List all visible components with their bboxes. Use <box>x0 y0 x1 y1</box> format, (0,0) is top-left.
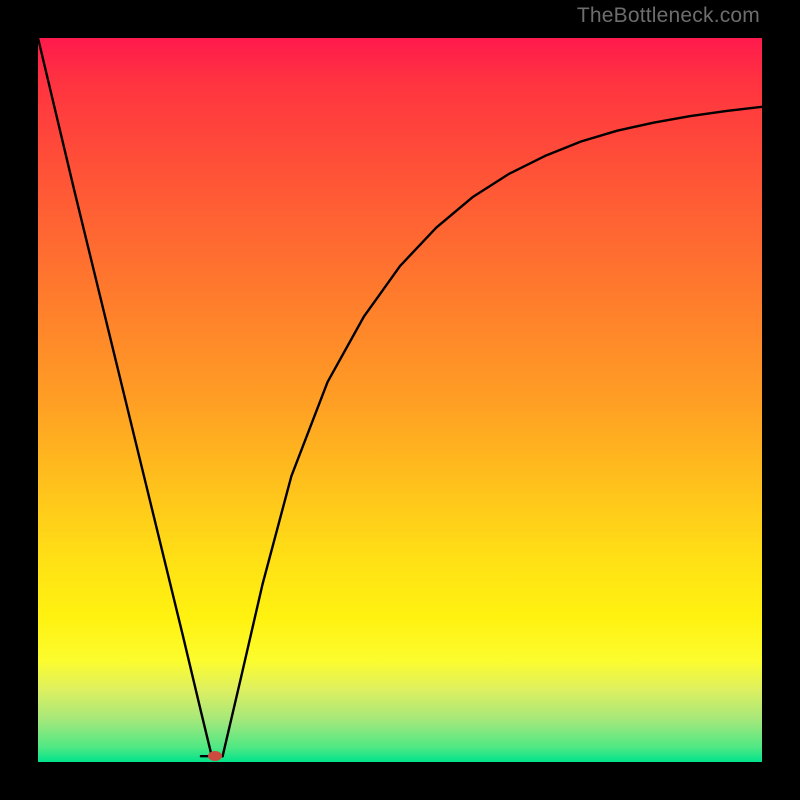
valley-marker-dot <box>208 751 222 761</box>
plot-area <box>38 38 762 762</box>
curve-right-ascent <box>223 107 762 756</box>
watermark-text: TheBottleneck.com <box>577 4 760 28</box>
curve-layer <box>38 38 762 762</box>
chart-frame: TheBottleneck.com <box>0 0 800 800</box>
curve-left-descent <box>38 38 212 756</box>
